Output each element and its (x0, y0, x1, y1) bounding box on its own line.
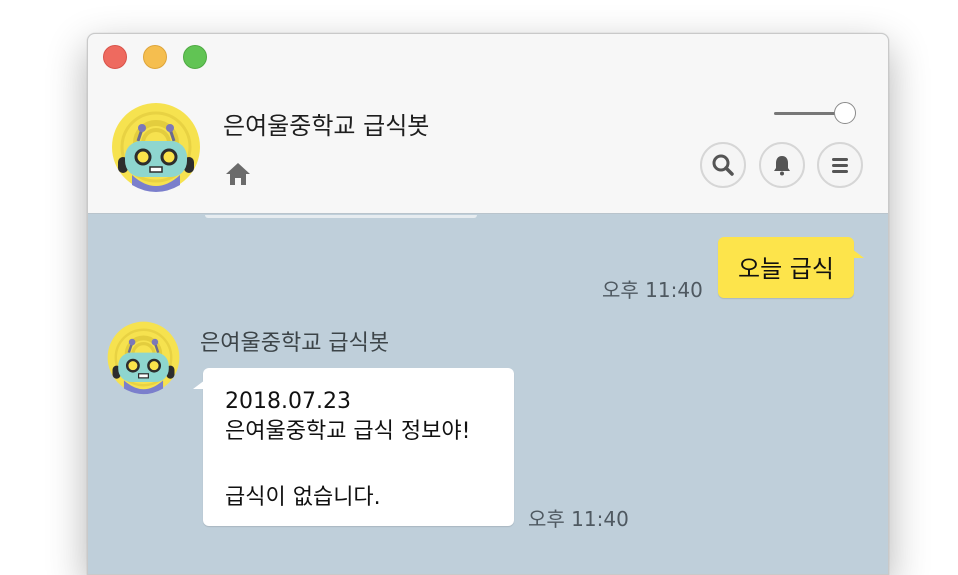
chat-title: 은여울중학교 급식봇 (223, 112, 430, 140)
slider-knob[interactable] (834, 102, 856, 124)
bell-icon (774, 156, 790, 176)
close-window-button[interactable] (103, 45, 127, 69)
robot-avatar-icon (107, 321, 180, 395)
search-button[interactable] (700, 142, 746, 188)
robot-avatar-icon (112, 103, 200, 192)
home-icon[interactable] (224, 161, 252, 187)
bot-profile-avatar[interactable] (110, 101, 202, 193)
message-info-line: 은여울중학교 급식 정보야! (225, 419, 471, 444)
scrolled-message-edge (205, 215, 477, 218)
chat-window: 은여울중학교 급식봇 오늘 급식 오후 11:40 은여울중학교 급식봇 201… (87, 33, 889, 575)
notification-button[interactable] (759, 142, 805, 188)
message-result-line: 급식이 없습니다. (225, 485, 381, 510)
incoming-message-time: 오후 11:40 (528, 507, 629, 531)
message-date-line: 2018.07.23 (225, 389, 351, 414)
outgoing-message-bubble[interactable]: 오늘 급식 (718, 237, 864, 298)
incoming-message-bubble[interactable]: 2018.07.23 은여울중학교 급식 정보야! 급식이 없습니다. (193, 368, 514, 526)
menu-button[interactable] (817, 142, 863, 188)
search-icon (712, 154, 734, 176)
minimize-window-button[interactable] (143, 45, 167, 69)
window-opacity-slider[interactable] (774, 101, 860, 127)
outgoing-message-time: 오후 11:40 (602, 278, 703, 302)
chat-header: 은여울중학교 급식봇 (88, 34, 888, 214)
menu-icon (832, 158, 848, 173)
sender-name: 은여울중학교 급식봇 (200, 331, 390, 356)
zoom-window-button[interactable] (183, 45, 207, 69)
sender-avatar[interactable] (106, 320, 181, 395)
